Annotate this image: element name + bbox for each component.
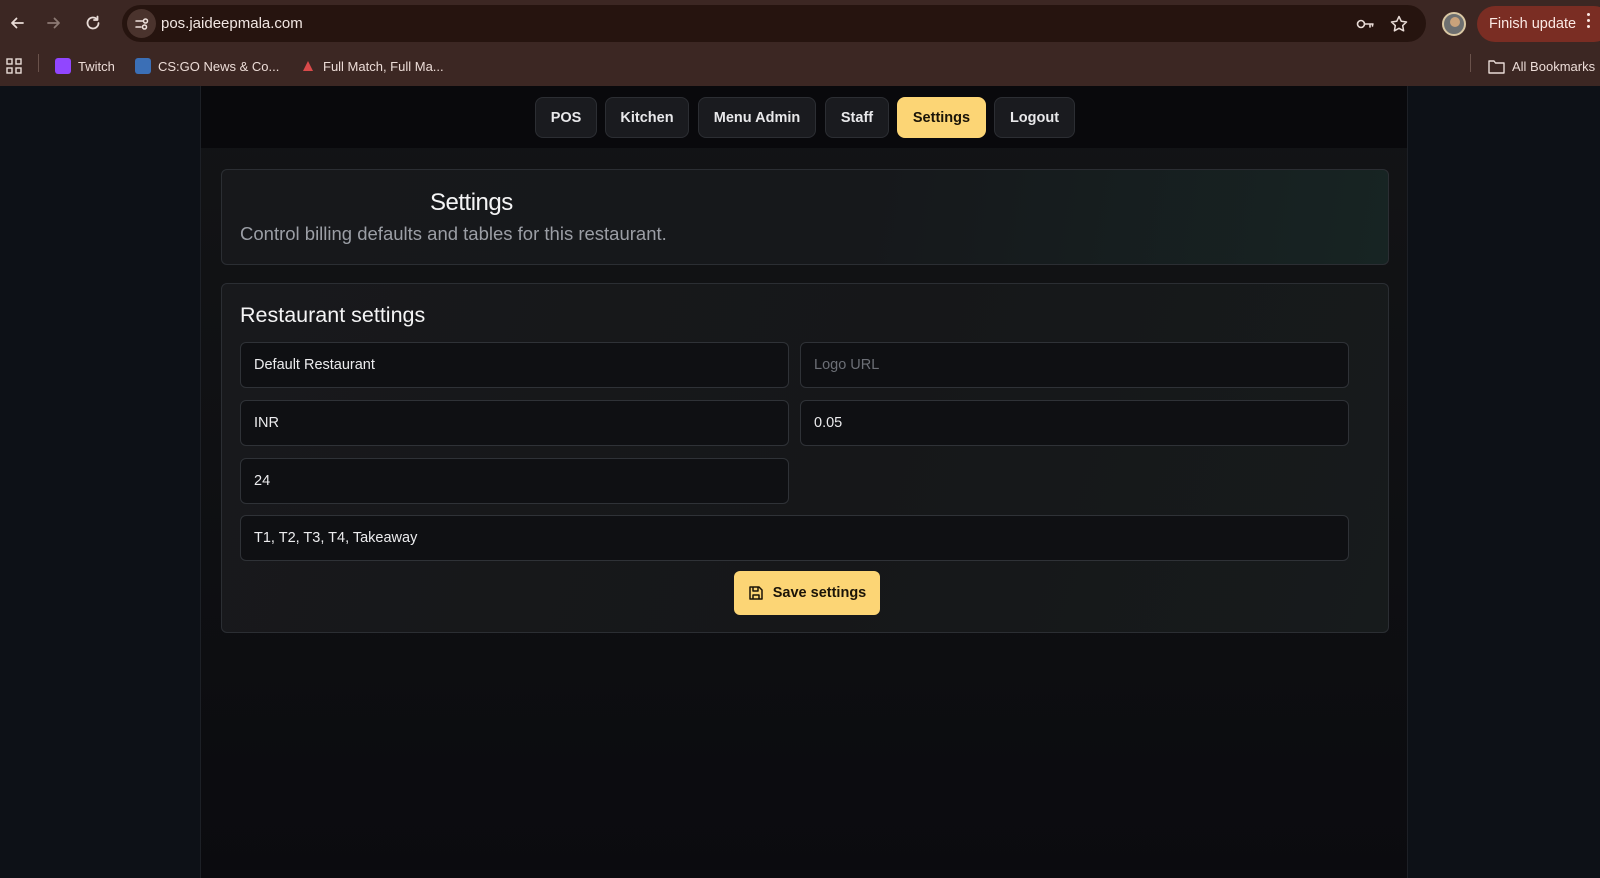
logo-url-input[interactable]: Logo URL	[800, 342, 1349, 388]
address-bar[interactable]: pos.jaideepmala.com	[122, 5, 1426, 42]
bookmark-label: Full Match, Full Ma...	[323, 58, 444, 74]
save-icon	[749, 586, 763, 600]
all-bookmarks[interactable]: All Bookmarks	[1488, 55, 1595, 77]
top-navigation: POS Kitchen Menu Admin Staff Settings Lo…	[201, 86, 1407, 148]
finish-update-button[interactable]: Finish update	[1477, 6, 1600, 42]
save-settings-label: Save settings	[772, 585, 867, 601]
tax-rate-input[interactable]: 0.05	[800, 400, 1349, 446]
bookmark-divider	[38, 54, 39, 72]
finish-update-label: Finish update	[1489, 16, 1577, 32]
number-input[interactable]: 24	[240, 458, 789, 504]
site-info-icon[interactable]	[127, 9, 156, 38]
save-settings-button[interactable]: Save settings	[734, 571, 880, 615]
nav-tab-label: POS	[550, 109, 582, 126]
bookmark-star-icon[interactable]	[1388, 13, 1410, 35]
section-title: Restaurant settings	[240, 303, 426, 327]
bookmarks-bar: Twitch CS:GO News & Co... Full Match, Fu…	[0, 46, 1600, 86]
csgo-icon	[135, 58, 151, 74]
currency-input[interactable]: INR	[240, 400, 789, 446]
bookmark-label: CS:GO News & Co...	[158, 58, 280, 74]
settings-header-card: Settings Control billing defaults and ta…	[221, 169, 1389, 265]
nav-tab-staff[interactable]: Staff	[825, 97, 889, 138]
nav-tab-settings[interactable]: Settings	[897, 97, 986, 138]
page-subtitle: Control billing defaults and tables for …	[240, 223, 667, 244]
nav-tab-label: Menu Admin	[713, 109, 801, 126]
nav-tab-label: Kitchen	[620, 109, 674, 126]
password-key-icon[interactable]	[1354, 13, 1376, 35]
tables-value: T1, T2, T3, T4, Takeaway	[254, 530, 418, 546]
profile-avatar[interactable]	[1442, 12, 1466, 36]
browser-toolbar: pos.jaideepmala.com Finish update	[0, 0, 1600, 46]
nav-tab-menu-admin[interactable]: Menu Admin	[698, 97, 816, 138]
restaurant-name-input[interactable]: Default Restaurant	[240, 342, 789, 388]
bookmark-divider	[1470, 54, 1471, 72]
number-value: 24	[254, 473, 271, 489]
tables-input[interactable]: T1, T2, T3, T4, Takeaway	[240, 515, 1349, 561]
bookmark-twitch[interactable]: Twitch	[55, 55, 115, 77]
currency-value: INR	[254, 415, 279, 431]
page-viewport: POS Kitchen Menu Admin Staff Settings Lo…	[0, 86, 1600, 878]
nav-tab-kitchen[interactable]: Kitchen	[605, 97, 689, 138]
nav-tab-pos[interactable]: POS	[535, 97, 597, 138]
nav-tab-label: Settings	[912, 109, 971, 126]
reload-icon[interactable]	[80, 10, 106, 36]
back-icon[interactable]	[4, 10, 30, 36]
restaurant-settings-card: Restaurant settings Default Restaurant L…	[221, 283, 1389, 633]
page-title: Settings	[430, 189, 513, 216]
fullmatch-icon	[300, 58, 316, 74]
forward-icon[interactable]	[41, 10, 67, 36]
nav-tab-label: Staff	[840, 109, 874, 126]
nav-tab-label: Logout	[1009, 109, 1060, 126]
bookmark-csgo[interactable]: CS:GO News & Co...	[135, 55, 279, 77]
bookmark-fullmatch[interactable]: Full Match, Full Ma...	[300, 55, 444, 77]
nav-tab-logout[interactable]: Logout	[994, 97, 1075, 138]
tax-rate-value: 0.05	[814, 415, 843, 431]
all-bookmarks-label: All Bookmarks	[1512, 58, 1596, 74]
apps-grid-icon[interactable]	[6, 55, 22, 77]
logo-url-placeholder: Logo URL	[814, 357, 880, 373]
bookmark-label: Twitch	[78, 58, 115, 74]
restaurant-name-value: Default Restaurant	[254, 357, 375, 373]
app-container: POS Kitchen Menu Admin Staff Settings Lo…	[200, 86, 1408, 878]
browser-chrome: pos.jaideepmala.com Finish update Twitch…	[0, 0, 1600, 86]
url-text: pos.jaideepmala.com	[161, 15, 303, 32]
folder-icon	[1488, 59, 1505, 74]
browser-menu-icon[interactable]	[1587, 13, 1591, 33]
twitch-icon	[55, 58, 71, 74]
